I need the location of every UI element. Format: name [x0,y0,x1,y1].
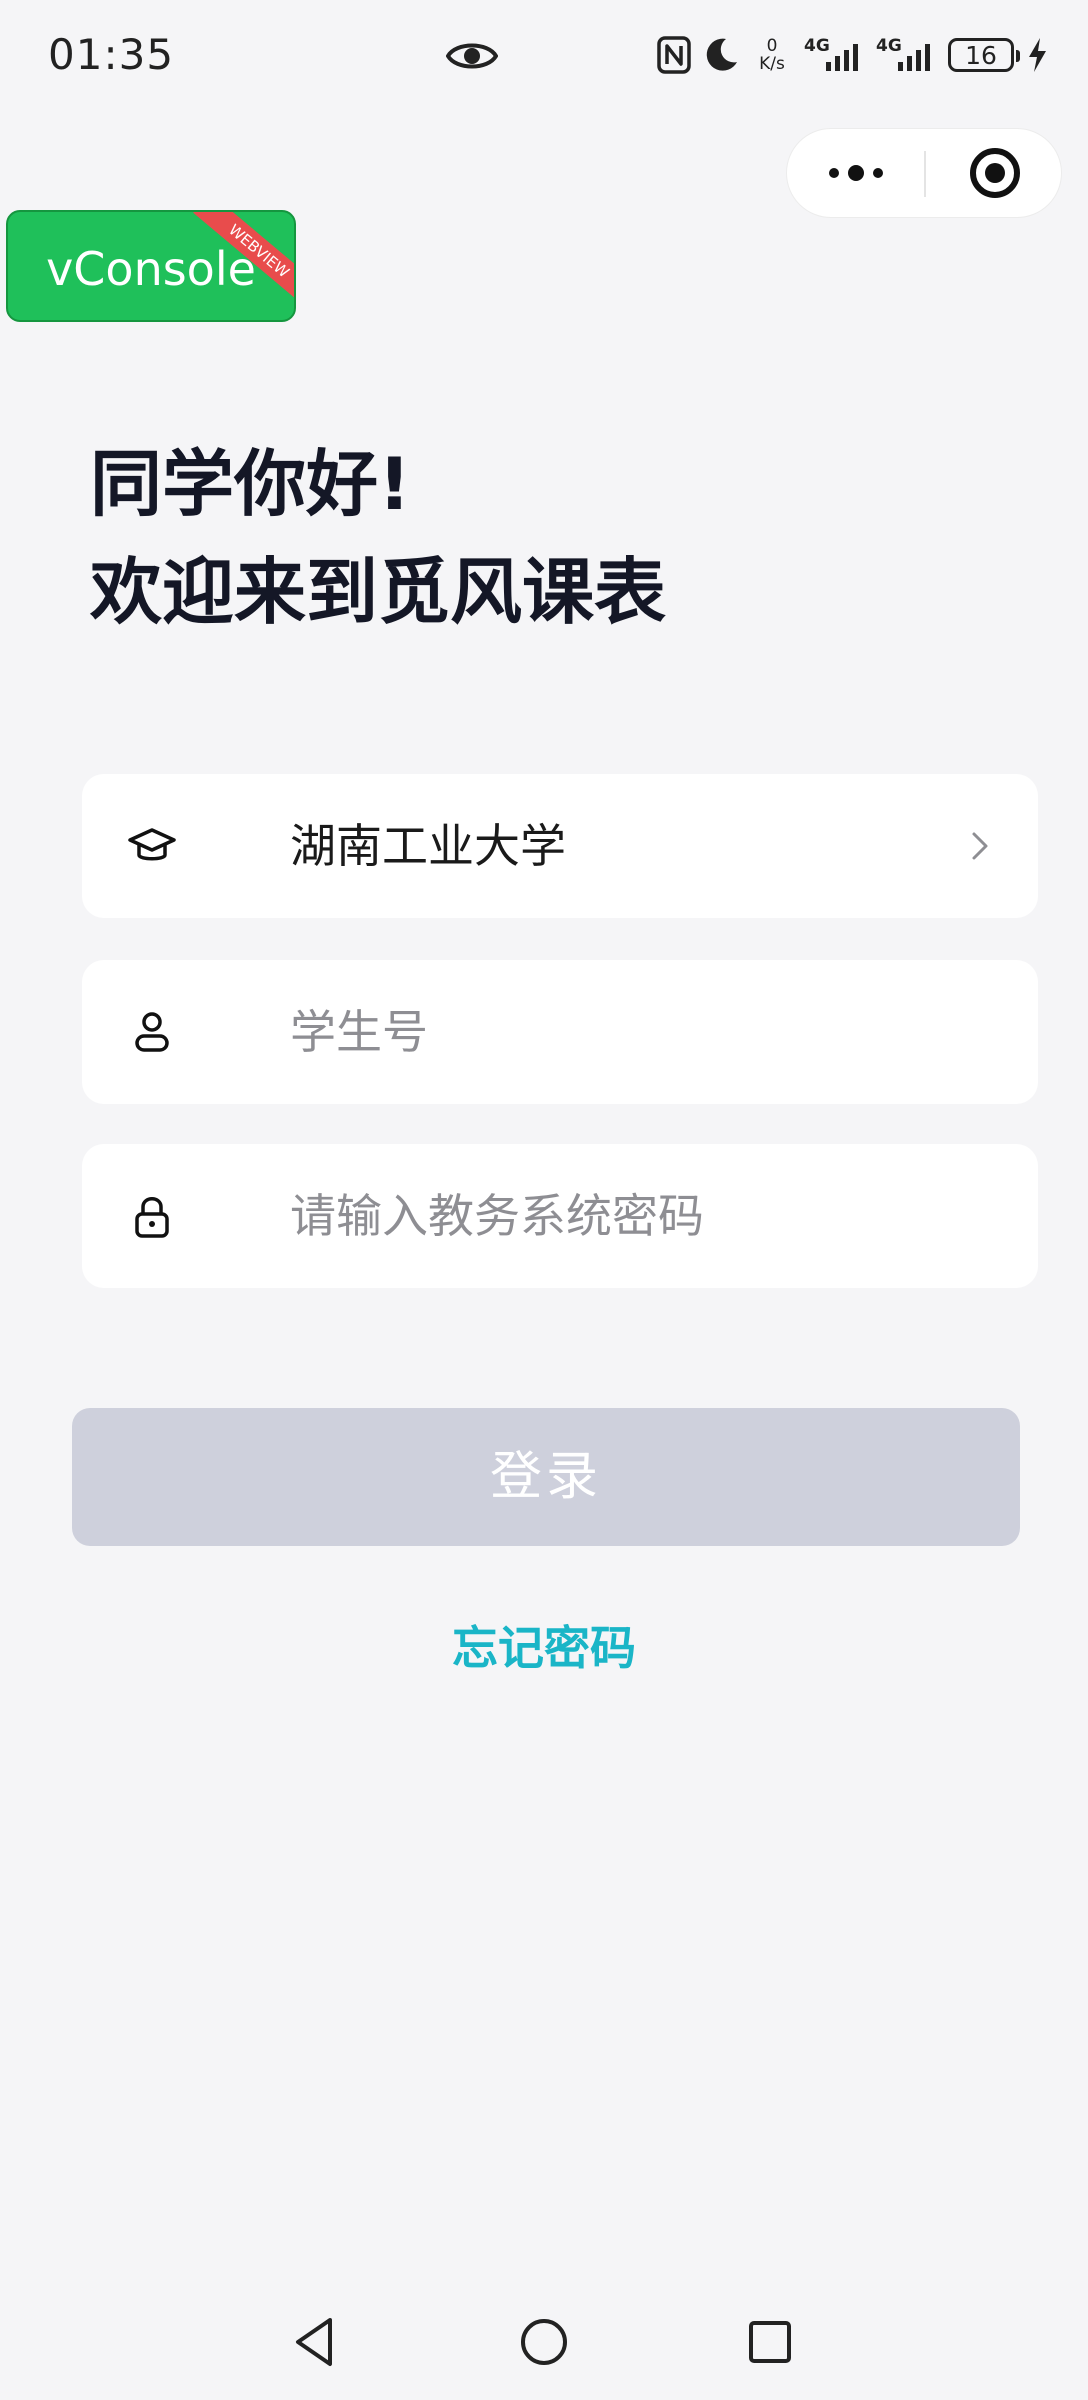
network-speed: 0 K/s [752,37,792,73]
status-time: 01:35 [48,30,175,79]
status-bar: 01:35 0 K/s 4G 4G 16 [0,0,1088,112]
welcome-greeting: 同学你好! [90,442,411,526]
welcome-heading: 同学你好! 欢迎来到觅风课表 [90,430,666,646]
user-icon [135,1012,169,1052]
welcome-title: 欢迎来到觅风课表 [90,550,667,634]
more-dots-icon [828,165,883,181]
lock-icon [135,1197,169,1238]
password-field[interactable] [82,1144,1038,1288]
status-icons: 0 K/s 4G 4G 16 [656,30,1048,80]
home-circle-icon[interactable] [514,2312,574,2372]
recents-square-icon[interactable] [740,2312,800,2372]
graduation-cap-icon [128,828,176,861]
nfc-icon [657,36,691,74]
signal-bars-icon [898,44,930,71]
do-not-disturb-moon-icon [706,38,737,71]
target-close-icon [969,148,1020,198]
password-input[interactable] [290,1144,990,1288]
signal-bars-icon [826,44,858,71]
sim1-signal: 4G [804,34,864,76]
back-triangle-icon[interactable] [286,2312,346,2372]
forgot-password-link[interactable]: 忘记密码 [0,1612,1088,1678]
battery-indicator: 16 [948,38,1020,72]
eye-icon [446,43,498,69]
navigation-bar [0,2290,1088,2400]
vconsole-button[interactable]: vConsole WEBVIEW [6,210,296,322]
sim2-signal: 4G [876,34,936,76]
student-id-input[interactable] [290,960,990,1104]
login-button[interactable]: 登录 [72,1408,1020,1546]
chevron-right-icon [972,832,988,860]
school-selector[interactable]: 湖南工业大学 [82,774,1038,918]
school-value: 湖南工业大学 [290,819,566,873]
network-speed-value: 0 [766,36,778,56]
student-id-field[interactable] [82,960,1038,1104]
network-speed-unit: K/s [759,54,785,74]
close-miniprogram-button[interactable] [926,129,1063,217]
more-options-button[interactable] [787,129,924,217]
charging-bolt-icon [1029,38,1046,72]
battery-level: 16 [965,40,997,70]
miniprogram-capsule [786,128,1062,218]
